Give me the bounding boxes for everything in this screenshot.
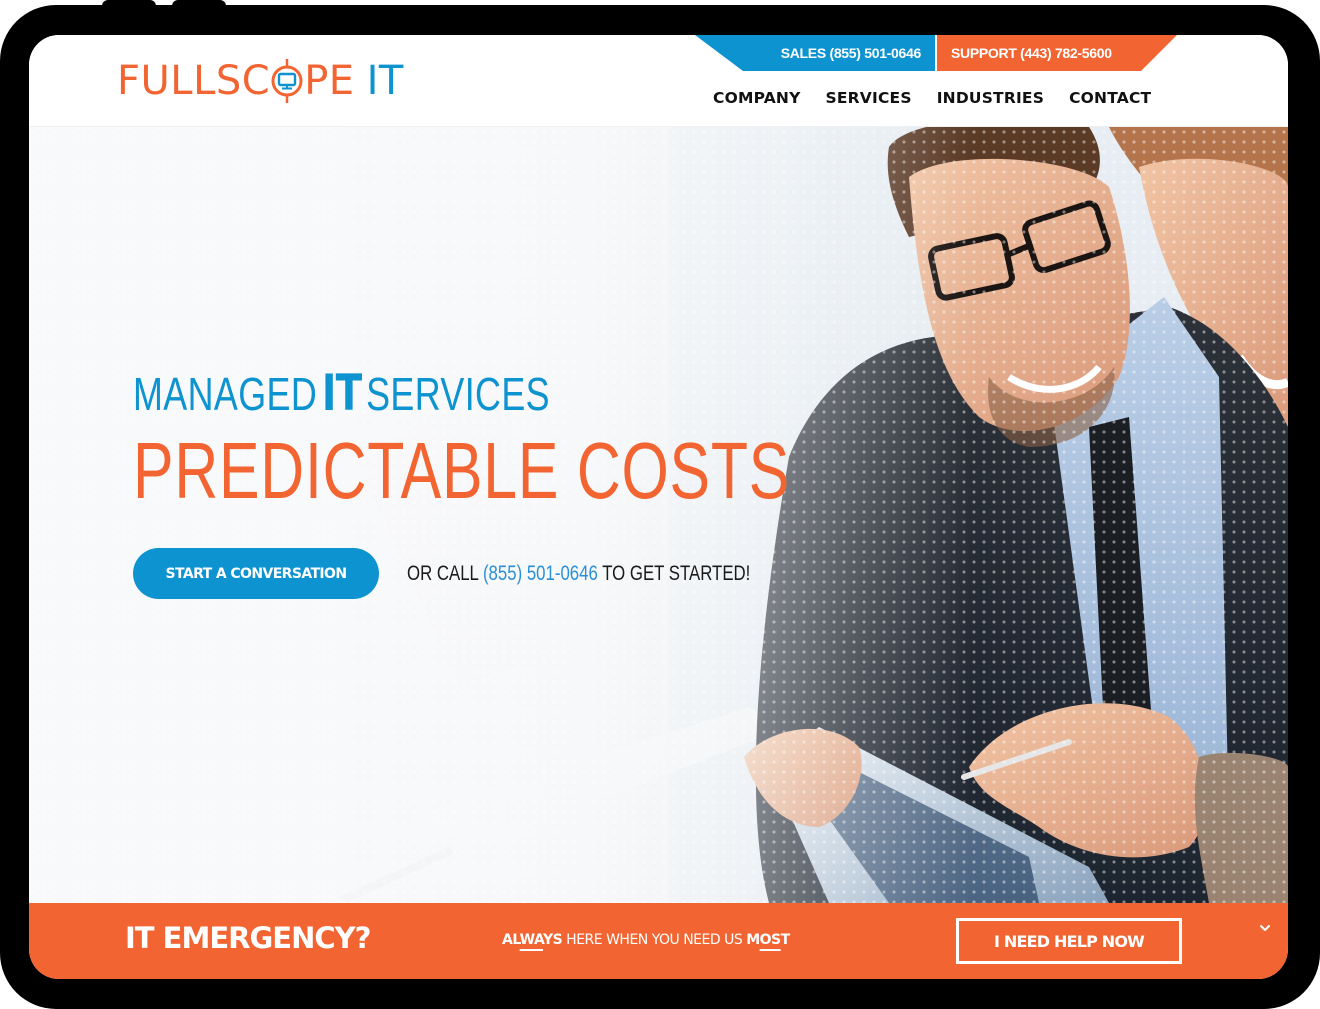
nav-services[interactable]: SERVICES: [826, 89, 912, 107]
nav-company[interactable]: COMPANY: [713, 89, 801, 107]
target-monitor-icon: [270, 59, 304, 103]
main-nav: COMPANY SERVICES INDUSTRIES CONTACT: [713, 89, 1151, 107]
hero-photo: [339, 127, 1288, 903]
hero-title: PREDICTABLE COSTS: [133, 426, 791, 515]
browser-viewport: FULLSC PE IT SALES (855) 501-0646 SUPPOR…: [29, 35, 1288, 979]
site-logo[interactable]: FULLSC PE IT: [117, 57, 404, 105]
hero-section: MANAGEDIT SERVICES PREDICTABLE COSTS STAR…: [29, 127, 1288, 903]
emergency-bar: IT EMERGENCY? ALWAYS HERE WHEN YOU NEED …: [29, 903, 1288, 979]
sales-phone-link[interactable]: SALES (855) 501-0646: [695, 35, 935, 71]
hero-headline: MANAGEDIT SERVICES PREDICTABLE COSTS: [133, 367, 998, 514]
contact-topbar: SALES (855) 501-0646 SUPPORT (443) 782-5…: [695, 35, 1177, 71]
hero-subtitle: MANAGEDIT SERVICES: [133, 364, 550, 422]
nav-industries[interactable]: INDUSTRIES: [937, 89, 1044, 107]
site-header: FULLSC PE IT SALES (855) 501-0646 SUPPOR…: [29, 35, 1288, 127]
emergency-tagline: ALWAYS HERE WHEN YOU NEED US MOST: [502, 932, 790, 948]
logo-text-fullsc: FULLSC: [117, 58, 271, 104]
start-conversation-button[interactable]: START A CONVERSATION: [133, 548, 379, 599]
need-help-now-button[interactable]: I NEED HELP NOW: [956, 918, 1182, 964]
call-to-action-text: OR CALL (855) 501-0646 TO GET STARTED!: [407, 561, 751, 585]
hero-cta-row: START A CONVERSATION OR CALL (855) 501-0…: [133, 548, 836, 599]
logo-text-pe: PE: [304, 58, 355, 104]
nav-contact[interactable]: CONTACT: [1069, 89, 1151, 107]
hero-phone-link[interactable]: (855) 501-0646: [483, 562, 598, 585]
chevron-down-icon[interactable]: [1258, 921, 1272, 935]
support-phone-link[interactable]: SUPPORT (443) 782-5600: [937, 35, 1177, 71]
logo-text-it: IT: [366, 58, 404, 104]
emergency-title: IT EMERGENCY?: [125, 921, 371, 955]
